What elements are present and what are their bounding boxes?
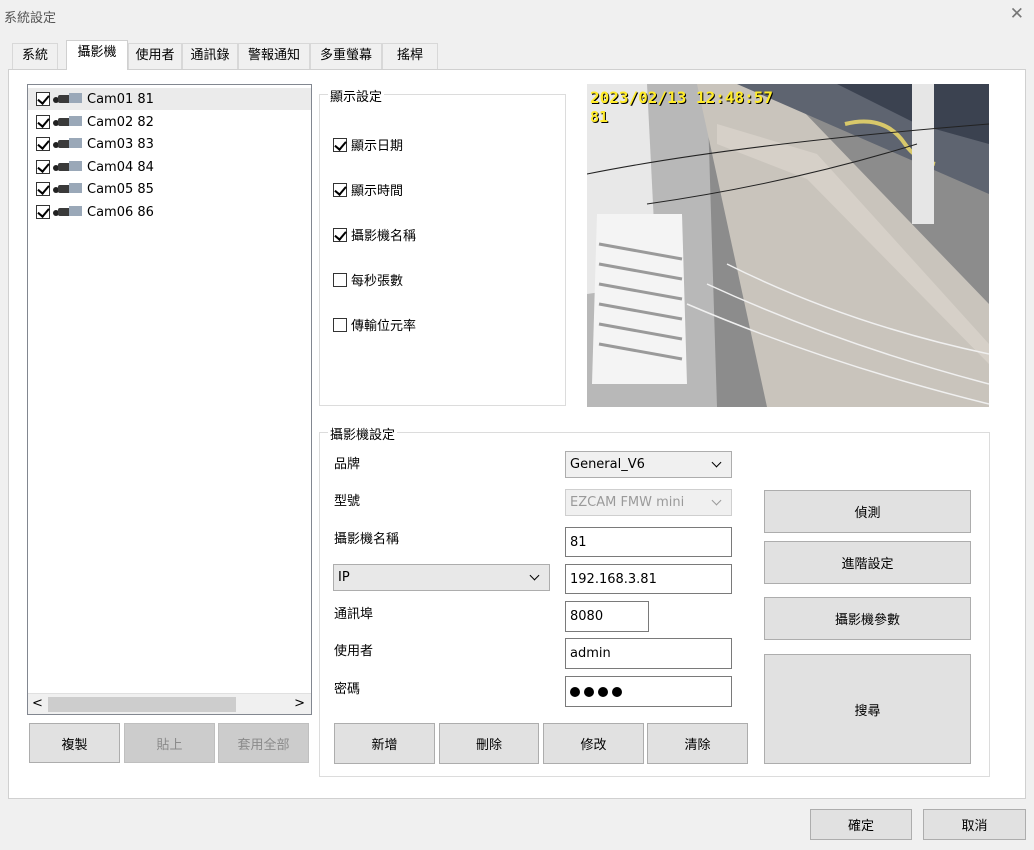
camera-name-field[interactable]: 81 (565, 527, 732, 557)
copy-button[interactable]: 複製 (29, 723, 120, 763)
camera-list[interactable]: Cam01 81 Cam02 82 Cam03 83 Cam04 84 Cam0… (27, 84, 312, 715)
password-label: 密碼 (334, 682, 361, 697)
show-date-label: 顯示日期 (351, 139, 404, 154)
scroll-left-icon[interactable]: < (32, 696, 43, 711)
chevron-down-icon (709, 457, 725, 473)
title-bar: 系統設定 ✕ (0, 0, 1034, 32)
paste-button[interactable]: 貼上 (124, 723, 215, 763)
camera-list-item[interactable]: Cam03 83 (28, 133, 311, 155)
close-icon[interactable]: ✕ (1010, 4, 1024, 24)
search-button[interactable]: 搜尋 (764, 654, 971, 764)
camera-list-item[interactable]: Cam02 82 (28, 111, 311, 133)
horizontal-scrollbar[interactable]: < > (28, 693, 311, 714)
show-time-option[interactable]: 顯示時間 (333, 180, 403, 199)
modify-button[interactable]: 修改 (543, 723, 644, 764)
camera-label: Cam03 83 (87, 136, 154, 152)
camera-list-item[interactable]: Cam05 85 (28, 178, 311, 200)
osd-camera-name: 81 (590, 108, 609, 126)
cancel-button[interactable]: 取消 (923, 809, 1026, 840)
show-time-label: 顯示時間 (351, 184, 404, 199)
camera-icon (53, 205, 83, 219)
show-time-checkbox[interactable] (333, 182, 347, 197)
camera-list-item[interactable]: Cam04 84 (28, 156, 311, 178)
show-fps-checkbox[interactable] (333, 272, 347, 287)
show-date-option[interactable]: 顯示日期 (333, 135, 403, 154)
display-settings-legend: 顯示設定 (328, 86, 385, 105)
camera-settings-legend: 攝影機設定 (328, 424, 398, 443)
model-select[interactable]: EZCAM FMW mini (565, 489, 732, 516)
tab-multi-screen[interactable]: 多重螢幕 (310, 43, 382, 69)
port-field[interactable]: 8080 (565, 601, 649, 632)
camera-label: Cam01 81 (87, 91, 154, 107)
model-value: EZCAM FMW mini (570, 495, 685, 510)
tab-system[interactable]: 系統 (12, 43, 58, 69)
osd-datetime: 2023/02/13 12:48:57 (590, 88, 774, 107)
brand-value: General_V6 (570, 457, 645, 472)
tab-alarm-notify[interactable]: 警報通知 (238, 43, 310, 69)
camera-icon (53, 182, 83, 196)
show-bitrate-option[interactable]: 傳輸位元率 (333, 315, 416, 334)
show-date-checkbox[interactable] (333, 137, 347, 152)
add-button[interactable]: 新增 (334, 723, 435, 764)
brand-label: 品牌 (334, 457, 361, 472)
brand-select[interactable]: General_V6 (565, 451, 732, 478)
show-camera-name-checkbox[interactable] (333, 227, 347, 242)
camera-label: Cam02 82 (87, 114, 154, 130)
camera-label: Cam05 85 (87, 181, 154, 197)
camera-checkbox[interactable] (36, 160, 50, 174)
tab-joystick[interactable]: 搖桿 (382, 43, 438, 69)
camera-checkbox[interactable] (36, 115, 50, 129)
camera-preview: 2023/02/13 12:48:57 81 (587, 84, 989, 407)
user-label: 使用者 (334, 644, 374, 659)
camera-list-item[interactable]: Cam06 86 (28, 201, 311, 223)
scroll-right-icon[interactable]: > (294, 696, 305, 711)
detect-button[interactable]: 偵測 (764, 490, 971, 533)
camera-name-label: 攝影機名稱 (334, 532, 400, 547)
show-camera-name-option[interactable]: 攝影機名稱 (333, 225, 416, 244)
scroll-thumb[interactable] (48, 697, 236, 712)
address-type-value: IP (338, 570, 350, 585)
show-bitrate-checkbox[interactable] (333, 317, 347, 332)
camera-label: Cam06 86 (87, 204, 154, 220)
camera-icon (53, 160, 83, 174)
camera-checkbox[interactable] (36, 205, 50, 219)
password-field[interactable] (565, 676, 732, 707)
camera-checkbox[interactable] (36, 137, 50, 151)
camera-list-item[interactable]: Cam01 81 (28, 88, 311, 110)
apply-all-button[interactable]: 套用全部 (218, 723, 309, 763)
model-label: 型號 (334, 494, 361, 509)
show-camera-name-label: 攝影機名稱 (351, 229, 417, 244)
window-title: 系統設定 (4, 11, 57, 26)
camera-params-button[interactable]: 攝影機參數 (764, 597, 971, 640)
camera-icon (53, 137, 83, 151)
clear-button[interactable]: 清除 (647, 723, 748, 764)
camera-checkbox[interactable] (36, 92, 50, 106)
tab-camera[interactable]: 攝影機 (66, 40, 128, 70)
camera-icon (53, 115, 83, 129)
show-fps-label: 每秒張數 (351, 274, 404, 289)
tab-users[interactable]: 使用者 (128, 43, 182, 69)
user-field[interactable]: admin (565, 638, 732, 669)
port-label: 通訊埠 (334, 607, 374, 622)
chevron-down-icon (709, 495, 725, 511)
ok-button[interactable]: 確定 (810, 809, 912, 840)
tab-contacts[interactable]: 通訊錄 (182, 43, 238, 69)
delete-button[interactable]: 刪除 (439, 723, 539, 764)
camera-checkbox[interactable] (36, 182, 50, 196)
preview-image (587, 84, 989, 407)
camera-icon (53, 92, 83, 106)
ip-address-field[interactable]: 192.168.3.81 (565, 564, 732, 594)
address-type-select[interactable]: IP (333, 564, 550, 591)
show-bitrate-label: 傳輸位元率 (351, 319, 417, 334)
camera-label: Cam04 84 (87, 159, 154, 175)
chevron-down-icon (527, 570, 543, 586)
advanced-settings-button[interactable]: 進階設定 (764, 541, 971, 584)
show-fps-option[interactable]: 每秒張數 (333, 270, 403, 289)
